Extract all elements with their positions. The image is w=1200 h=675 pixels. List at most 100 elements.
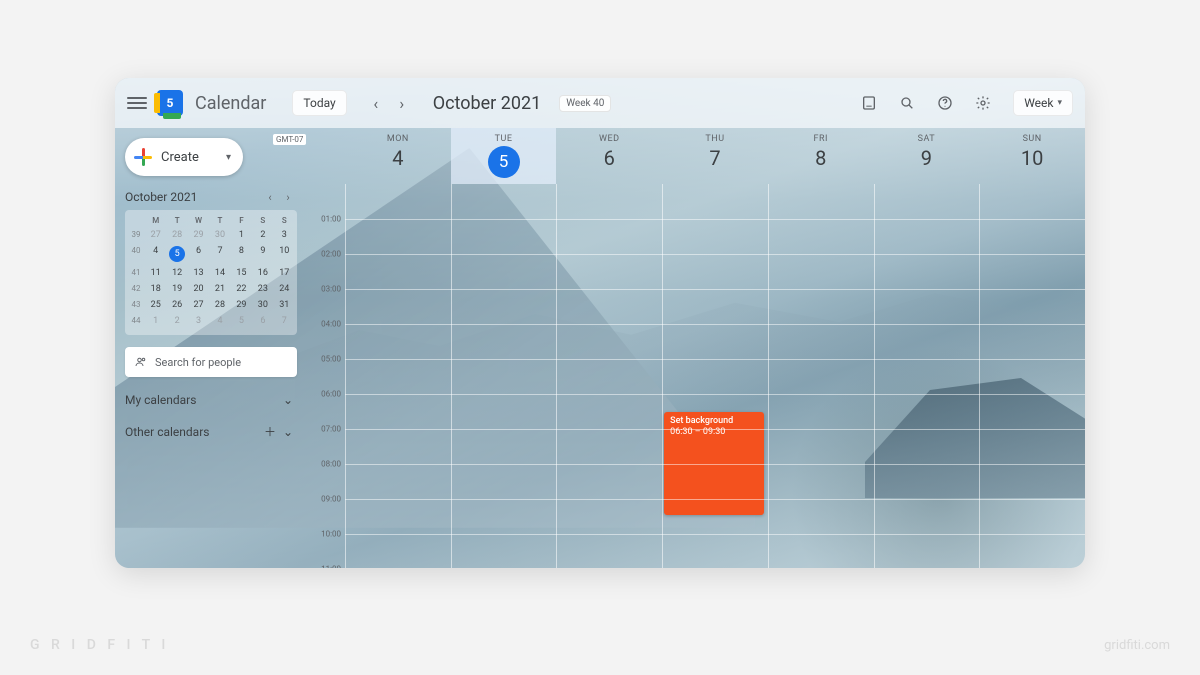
sidebar: Create ▾ October 2021 ‹ › MTWTFSS3927282… [115,128,305,568]
day-column[interactable] [874,184,980,568]
mini-day-cell[interactable]: 27 [145,227,166,243]
mini-week-number: 41 [127,265,145,281]
calendar-event[interactable]: Set background06:30 – 09:30 [664,412,764,515]
mini-day-cell[interactable]: 5 [231,313,252,329]
date-number: 7 [662,146,768,170]
mini-prev-month[interactable]: ‹ [261,191,279,204]
mini-day-cell[interactable]: 29 [188,227,209,243]
mini-day-cell[interactable]: 12 [166,265,187,281]
mini-day-cell[interactable]: 2 [252,227,273,243]
mini-day-cell[interactable]: 20 [188,281,209,297]
day-header-cell[interactable]: WED6 [556,128,662,184]
mini-day-cell[interactable]: 4 [209,313,230,329]
mini-day-cell[interactable]: 4 [145,243,166,265]
mini-day-cell[interactable]: 1 [145,313,166,329]
day-header-cell[interactable]: TUE5 [451,128,557,184]
mini-dow: T [166,214,187,227]
mini-day-cell[interactable]: 17 [274,265,295,281]
next-week-button[interactable]: › [389,90,415,116]
mini-day-cell[interactable]: 31 [274,297,295,313]
mini-day-cell[interactable]: 1 [231,227,252,243]
create-button[interactable]: Create ▾ [125,138,243,176]
mini-day-cell[interactable]: 27 [188,297,209,313]
mini-day-cell[interactable]: 22 [231,281,252,297]
day-column[interactable] [345,184,451,568]
other-calendars-toggle[interactable]: Other calendars ＋ ⌄ [125,423,297,440]
help-icon[interactable] [931,89,959,117]
keep-icon[interactable] [855,89,883,117]
mini-day-cell[interactable]: 13 [188,265,209,281]
watermark-brand: G R I D F I T I [30,637,169,653]
my-calendars-toggle[interactable]: My calendars ⌄ [125,393,297,407]
mini-day-cell[interactable]: 3 [188,313,209,329]
mini-day-cell[interactable]: 5 [166,243,187,265]
mini-calendar[interactable]: MTWTFSS392728293012340456789104111121314… [125,210,297,335]
day-column[interactable] [979,184,1085,568]
time-label: 07:00 [321,425,341,434]
mini-dow: T [209,214,230,227]
app-header: 5 Calendar Today ‹ › October 2021 Week 4… [115,78,1085,128]
main-menu-icon[interactable] [127,97,147,109]
time-grid[interactable]: 01:0002:0003:0004:0005:0006:0007:0008:00… [305,184,1085,568]
mini-week-number: 39 [127,227,145,243]
today-button[interactable]: Today [292,90,346,116]
mini-day-cell[interactable]: 28 [209,297,230,313]
mini-day-cell[interactable]: 7 [274,313,295,329]
mini-day-cell[interactable]: 24 [274,281,295,297]
day-header-cell[interactable]: MON4 [345,128,451,184]
mini-day-cell[interactable]: 8 [231,243,252,265]
search-people-input[interactable]: Search for people [125,347,297,377]
mini-next-month[interactable]: › [279,191,297,204]
mini-day-cell[interactable]: 29 [231,297,252,313]
date-number: 10 [979,146,1085,170]
mini-day-cell[interactable]: 3 [274,227,295,243]
mini-day-cell[interactable]: 15 [231,265,252,281]
date-number: 9 [874,146,980,170]
mini-day-cell[interactable]: 2 [166,313,187,329]
mini-day-cell[interactable]: 18 [145,281,166,297]
mini-day-cell[interactable]: 14 [209,265,230,281]
add-calendar-icon[interactable]: ＋ [261,423,279,440]
day-header-cell[interactable]: FRI8 [768,128,874,184]
timezone-label: GMT-07 [273,134,306,145]
mini-week-number: 40 [127,243,145,265]
day-column[interactable] [451,184,557,568]
mini-day-cell[interactable]: 26 [166,297,187,313]
time-label: 10:00 [321,530,341,539]
date-number: 4 [345,146,451,170]
mini-day-cell[interactable]: 25 [145,297,166,313]
mini-day-cell[interactable]: 10 [274,243,295,265]
mini-dow: M [145,214,166,227]
time-label: 01:00 [321,215,341,224]
day-column[interactable] [556,184,662,568]
current-month-title: October 2021 [433,93,541,114]
mini-day-cell[interactable]: 6 [252,313,273,329]
mini-day-cell[interactable]: 6 [188,243,209,265]
view-switcher[interactable]: Week ▾ [1013,90,1073,116]
mini-day-cell[interactable]: 19 [166,281,187,297]
mini-day-cell[interactable]: 30 [252,297,273,313]
mini-day-cell[interactable]: 7 [209,243,230,265]
day-header-cell[interactable]: THU7 [662,128,768,184]
mini-day-cell[interactable]: 30 [209,227,230,243]
day-header-cell[interactable]: SUN10 [979,128,1085,184]
day-header-cell[interactable]: SAT9 [874,128,980,184]
day-column[interactable] [768,184,874,568]
mini-day-cell[interactable]: 23 [252,281,273,297]
chevron-down-icon: ▾ [226,152,231,163]
chevron-down-icon: ⌄ [279,393,297,407]
day-column[interactable]: Set background06:30 – 09:30 [662,184,768,568]
prev-week-button[interactable]: ‹ [363,90,389,116]
mini-dow: W [188,214,209,227]
mini-day-cell[interactable]: 21 [209,281,230,297]
settings-icon[interactable] [969,89,997,117]
people-icon [135,356,147,368]
mini-day-cell[interactable]: 28 [166,227,187,243]
mini-day-cell[interactable]: 16 [252,265,273,281]
search-icon[interactable] [893,89,921,117]
mini-day-cell[interactable]: 11 [145,265,166,281]
plus-icon [133,147,153,167]
mini-day-cell[interactable]: 9 [252,243,273,265]
time-label: 11:00 [321,565,341,569]
time-label: 08:00 [321,460,341,469]
